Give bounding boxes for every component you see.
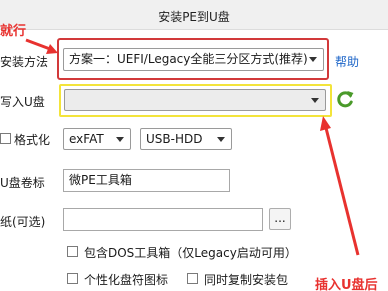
arrow-to-target-disk <box>320 116 360 256</box>
arrow-to-install-method <box>25 38 58 54</box>
annotation-arrows <box>25 38 360 256</box>
annotation-callout-bottom: 插入U盘后 <box>315 278 378 291</box>
